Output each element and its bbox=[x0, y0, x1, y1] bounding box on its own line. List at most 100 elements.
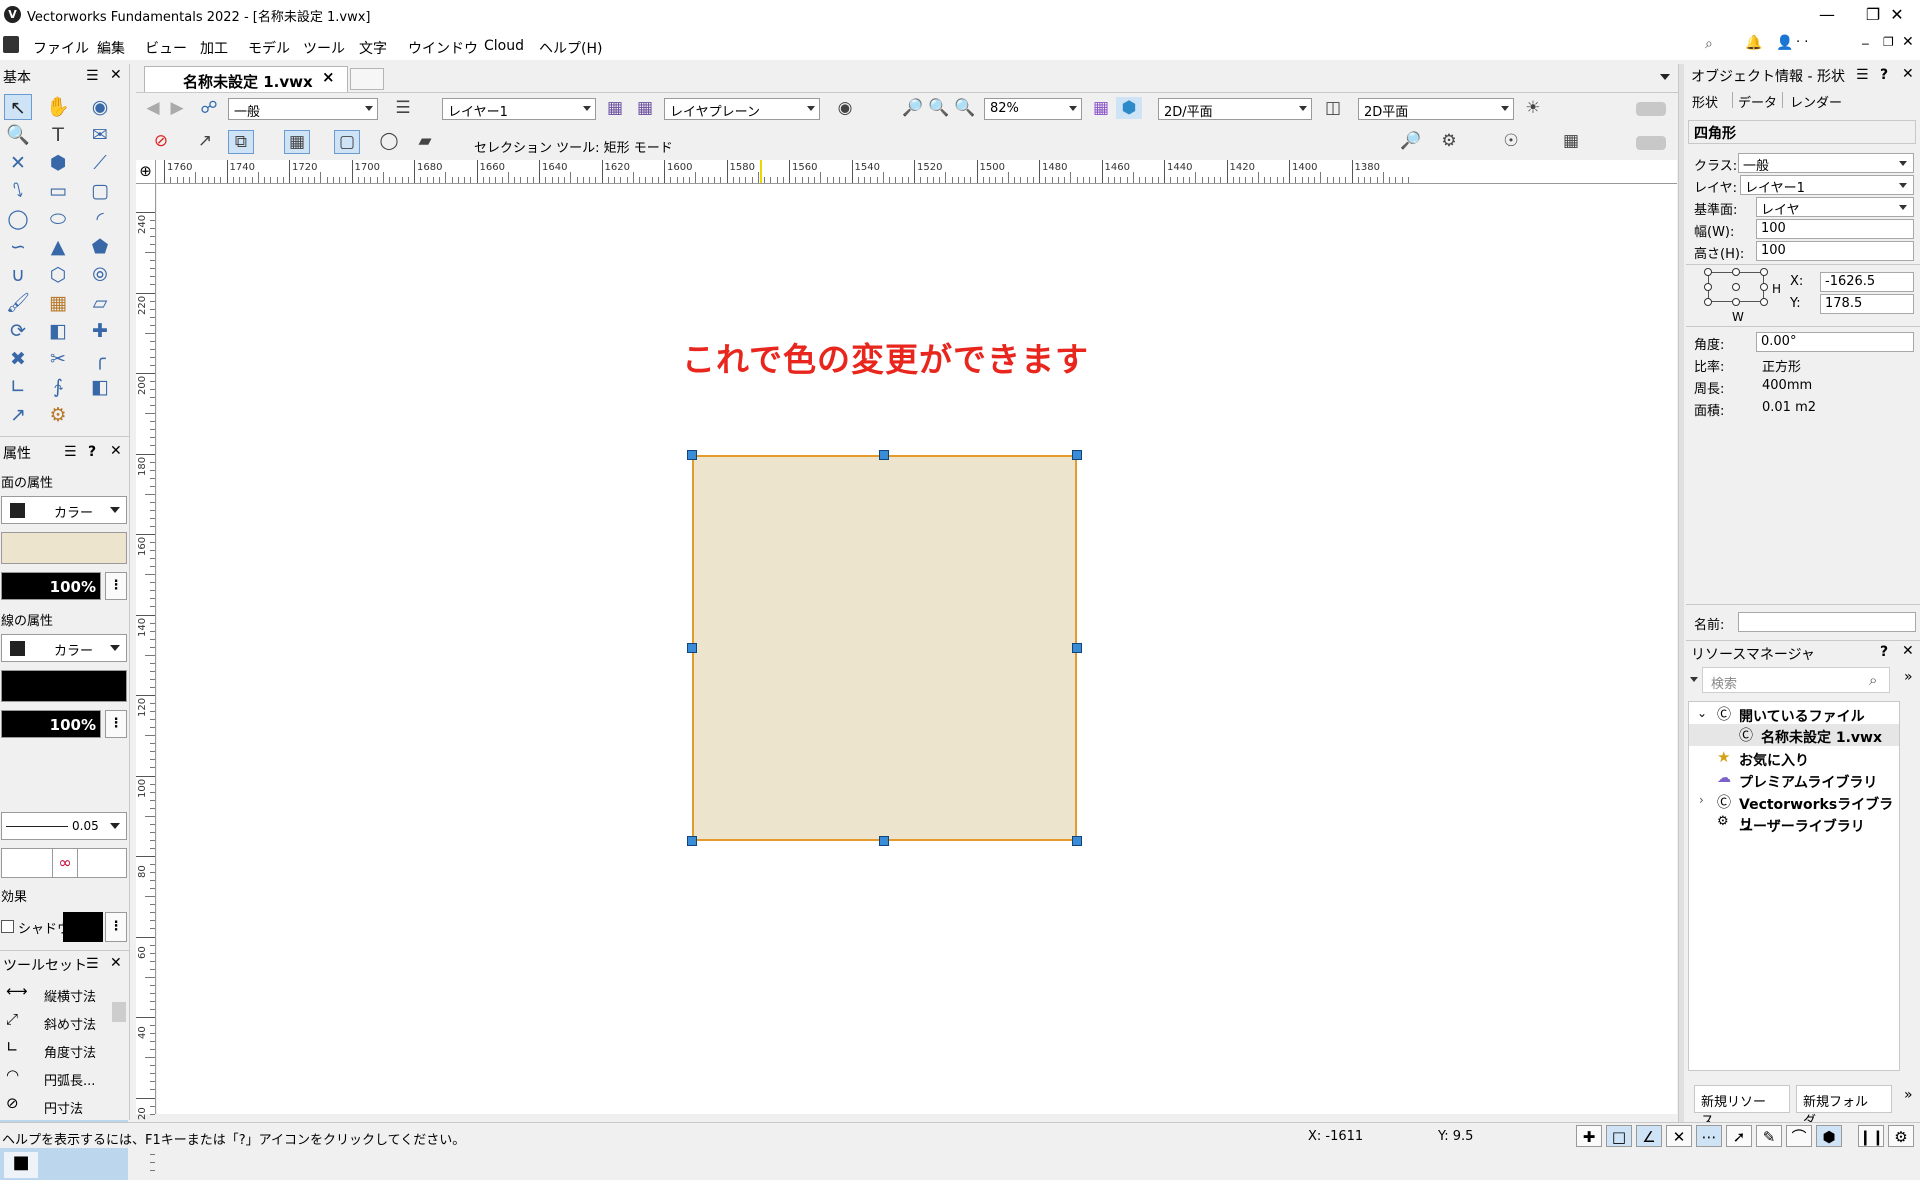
split-tool-icon[interactable]: ✚ bbox=[86, 318, 114, 344]
text-tool-icon[interactable]: T bbox=[44, 122, 72, 148]
list-item[interactable]: ⤢ 斜め寸法 bbox=[4, 1010, 108, 1034]
locus-tool-icon[interactable]: ✕ bbox=[4, 150, 32, 176]
doc-restore-icon[interactable]: ❐ bbox=[1883, 35, 1894, 49]
search-icon[interactable]: ⌕ bbox=[1869, 671, 1877, 689]
arrowhead-control[interactable]: ∞ bbox=[1, 848, 127, 878]
grid-icon[interactable]: ▦ bbox=[1088, 97, 1114, 119]
ruler-left[interactable]: 240 220 200 180 160 140 120 100 80 60 40 20 bbox=[136, 184, 156, 1171]
origin-crosshair-icon[interactable]: ⊕ bbox=[136, 160, 156, 184]
shadow-color-swatch[interactable] bbox=[63, 912, 103, 942]
menu-help[interactable]: ヘルプ(H) bbox=[539, 38, 602, 58]
fill-opacity-menu-icon[interactable]: ⋮ bbox=[105, 572, 127, 600]
tab-list-chevron-icon[interactable] bbox=[1660, 74, 1670, 80]
doc-minimize-icon[interactable]: ─ bbox=[1862, 38, 1869, 51]
document-tab[interactable]: 名称未設定 1.vwx bbox=[144, 66, 348, 92]
menu-text[interactable]: 文字 bbox=[359, 38, 387, 58]
line-weight-dropdown[interactable]: 0.05 bbox=[1, 812, 127, 840]
new-resource-button[interactable]: 新規リソース... bbox=[1694, 1085, 1790, 1129]
snap-settings-icon[interactable]: 🔎 bbox=[1398, 130, 1424, 152]
pause-icon[interactable]: ❙❙ bbox=[1858, 1125, 1884, 1147]
lasso-marquee-icon[interactable]: ◯ bbox=[376, 130, 402, 152]
menu-cloud[interactable]: Cloud bbox=[484, 38, 524, 54]
palette-close-icon[interactable]: ✕ bbox=[110, 67, 122, 83]
snap-to-intersection-icon[interactable]: ✕ bbox=[1666, 1125, 1692, 1147]
menu-view[interactable]: ビュー bbox=[145, 38, 187, 58]
snap-to-angle-icon[interactable]: ∠ bbox=[1636, 1125, 1662, 1147]
search-icon[interactable]: ⌕ bbox=[1705, 36, 1713, 52]
forward-icon[interactable]: ▶ bbox=[164, 97, 190, 119]
line-opacity-field[interactable]: 100% bbox=[1, 710, 101, 738]
account-icon[interactable]: 👤 bbox=[1776, 35, 1793, 51]
shadow-menu-icon[interactable]: ⋮ bbox=[105, 912, 127, 942]
toolset-scrollbar[interactable] bbox=[112, 982, 126, 1112]
plane-field[interactable]: レイヤ bbox=[1756, 197, 1914, 218]
spiral-tool-icon[interactable]: ⦾ bbox=[86, 262, 114, 288]
line-opacity-menu-icon[interactable]: ⋮ bbox=[105, 710, 127, 738]
tab-close-icon[interactable]: × bbox=[322, 68, 335, 86]
tangent-icon[interactable]: ⌒ bbox=[1786, 1125, 1812, 1147]
selection-handle[interactable] bbox=[687, 836, 697, 846]
tab-shape[interactable]: 形状 bbox=[1692, 92, 1732, 112]
help-icon[interactable]: ? bbox=[1880, 644, 1888, 660]
shadow-checkbox[interactable] bbox=[1, 920, 14, 933]
layer-visibility-icon[interactable]: ▦ bbox=[632, 97, 658, 119]
polygon-tool-icon[interactable]: ⬟ bbox=[86, 234, 114, 260]
gear-icon[interactable]: ⚙ bbox=[1888, 1125, 1914, 1147]
fill-type-dropdown[interactable]: カラー bbox=[1, 496, 127, 524]
class-field[interactable]: 一般 bbox=[1738, 153, 1914, 174]
lighting-icon[interactable]: ☀ bbox=[1520, 97, 1546, 119]
palette-menu-icon[interactable]: ☰ bbox=[86, 956, 99, 972]
page-setup-icon[interactable]: ◫ bbox=[1320, 97, 1346, 119]
tree-item-premium-library[interactable]: プレミアムライブラリ bbox=[1739, 772, 1877, 792]
chevron-down-icon[interactable] bbox=[1690, 677, 1698, 682]
symbol-insertion-icon[interactable]: ⬢ bbox=[44, 150, 72, 176]
layer-field[interactable]: レイヤー1 bbox=[1740, 175, 1914, 196]
selection-handle[interactable] bbox=[1072, 836, 1082, 846]
rotate-tool-icon[interactable]: ⟳ bbox=[4, 318, 32, 344]
minimize-icon[interactable]: — bbox=[1804, 0, 1850, 30]
notification-bell-icon[interactable]: 🔔 bbox=[1745, 35, 1762, 51]
circle-tool-icon[interactable]: ◯ bbox=[4, 206, 32, 232]
close-icon[interactable]: ✕ bbox=[1874, 0, 1920, 30]
flyover-tool-icon[interactable]: ◉ bbox=[86, 94, 114, 120]
polygon-marquee-icon[interactable]: ▰ bbox=[412, 130, 438, 152]
disable-interactive-scaling-icon[interactable]: ⊘ bbox=[148, 130, 174, 152]
single-object-scaling-icon[interactable]: ↗ bbox=[192, 130, 218, 152]
snap-to-surface-icon[interactable]: ⬢ bbox=[1816, 1125, 1842, 1147]
zoom-tool-icon[interactable]: 🔍 bbox=[4, 122, 32, 148]
arrowhead-link-icon[interactable]: ∞ bbox=[52, 849, 78, 877]
palette-close-icon[interactable]: ✕ bbox=[1902, 66, 1914, 82]
ruler-top[interactable]: 1760 1740 1720 1700 1680 1660 1640 1620 1600 1580… bbox=[156, 160, 1677, 184]
render-dropdown[interactable]: 2D平面 bbox=[1358, 98, 1514, 120]
plane-dropdown[interactable]: レイヤプレーン bbox=[664, 98, 820, 120]
palette-menu-icon[interactable]: ☰ bbox=[1856, 67, 1869, 83]
list-item[interactable]: ⊘ 円寸法 bbox=[4, 1094, 108, 1118]
menu-tools[interactable]: ツール bbox=[303, 38, 345, 58]
rectangle-marquee-icon[interactable]: ▢ bbox=[334, 130, 360, 154]
attribute-mapping-icon[interactable]: ⚙ bbox=[44, 402, 72, 428]
reshape-tool-icon[interactable]: ▦ bbox=[44, 290, 72, 316]
render-mode-icon[interactable]: ◉ bbox=[832, 97, 858, 119]
move-by-points-icon[interactable]: ↗ bbox=[4, 402, 32, 428]
rectangle-tool-icon[interactable]: ▭ bbox=[44, 178, 72, 204]
tree-item-user-library[interactable]: ユーザーライブラリ bbox=[1739, 816, 1865, 836]
mode-bar-more-icon[interactable] bbox=[1636, 136, 1666, 150]
back-icon[interactable]: ◀ bbox=[140, 97, 166, 119]
rounded-rectangle-tool-icon[interactable]: ▢ bbox=[86, 178, 114, 204]
help-icon[interactable]: ? bbox=[1880, 67, 1888, 83]
rectangle-shape[interactable] bbox=[692, 455, 1077, 841]
new-folder-button[interactable]: 新規フォルダ... bbox=[1796, 1085, 1892, 1129]
selection-handle[interactable] bbox=[1072, 450, 1082, 460]
selection-tool-icon[interactable]: ↖ bbox=[4, 94, 32, 120]
layer-stack-icon[interactable]: ☰ bbox=[390, 97, 416, 119]
reference-point-widget[interactable] bbox=[1704, 268, 1768, 306]
snap-to-object-icon[interactable]: □ bbox=[1606, 1125, 1632, 1147]
collapse-icon[interactable]: ⌄ bbox=[1697, 706, 1707, 720]
tree-item-current-file[interactable]: Ⓒ 名称未設定 1.vwx bbox=[1689, 724, 1899, 746]
zoom-fit-icon[interactable]: 🔎 bbox=[900, 97, 926, 119]
search-input[interactable]: 検索 ⌕ bbox=[1702, 667, 1890, 693]
tree-item-open-files[interactable]: 開いているファイル bbox=[1739, 706, 1865, 726]
line-type-dropdown[interactable]: カラー bbox=[1, 634, 127, 662]
building-shell-toolset-icon[interactable]: ■ bbox=[4, 1152, 38, 1178]
palette-close-icon[interactable]: ✕ bbox=[110, 443, 122, 459]
